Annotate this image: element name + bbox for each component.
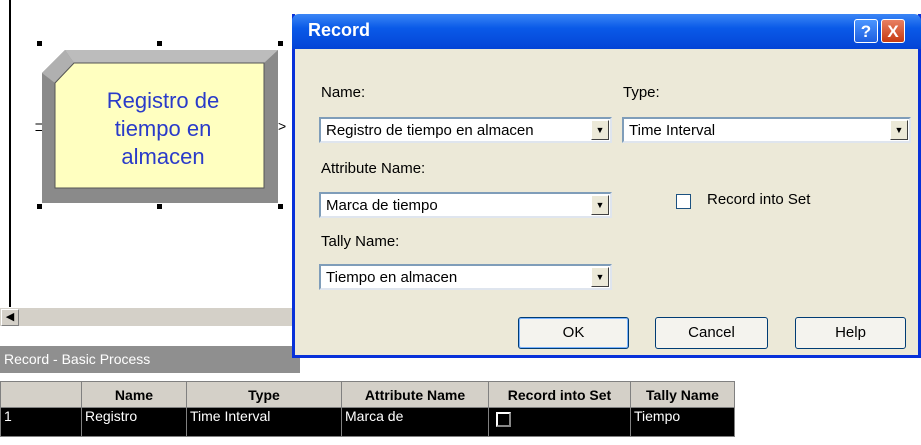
horizontal-scrollbar[interactable]: ◀ [0, 307, 300, 326]
cell-record-into-set[interactable] [488, 407, 631, 437]
attribute-name-combobox[interactable]: Marca de tiempo ▼ [319, 192, 612, 218]
cell-tally[interactable]: Tiempo [630, 407, 735, 437]
type-combobox[interactable]: Time Interval ▼ [622, 117, 911, 143]
chevron-down-icon[interactable]: ▼ [591, 120, 609, 140]
record-spreadsheet: Name Type Attribute Name Record into Set… [0, 381, 735, 437]
column-header-name[interactable]: Name [81, 381, 187, 408]
record-into-set-cell-checkbox[interactable] [496, 412, 511, 427]
tally-name-combobox[interactable]: Tiempo en almacen ▼ [319, 264, 612, 290]
tally-name-label: Tally Name: [321, 233, 400, 250]
module-label-line: Registro de [106, 88, 220, 113]
module-label: Registro de tiempo en almacen [98, 87, 228, 171]
name-combobox[interactable]: Registro de tiempo en almacen ▼ [319, 117, 612, 143]
row-number-header [0, 381, 82, 408]
table-header-row: Name Type Attribute Name Record into Set… [0, 381, 735, 408]
tally-name-combobox-value: Tiempo en almacen [326, 269, 458, 286]
chevron-down-icon[interactable]: ▼ [591, 267, 609, 287]
chevron-down-icon[interactable]: ▼ [890, 120, 908, 140]
type-label: Type: [623, 84, 660, 101]
name-combobox-value: Registro de tiempo en almacen [326, 122, 534, 139]
module-label-line: tiempo en [114, 116, 212, 141]
chevron-down-icon[interactable]: ▼ [591, 195, 609, 215]
record-into-set-checkbox[interactable] [676, 194, 691, 209]
record-dialog: Record ? X Name: Registro de tiempo en a… [292, 14, 921, 358]
column-header-type[interactable]: Type [186, 381, 342, 408]
help-question-icon[interactable]: ? [854, 19, 878, 43]
help-button[interactable]: Help [795, 317, 906, 349]
name-label: Name: [321, 84, 366, 101]
cancel-button[interactable]: Cancel [655, 317, 768, 349]
canvas-edge-line [9, 0, 11, 312]
dialog-title: Record [308, 20, 371, 40]
dialog-titlebar[interactable]: Record ? X [292, 14, 921, 49]
ok-button[interactable]: OK [518, 317, 629, 349]
attribute-name-label: Attribute Name: [321, 160, 426, 177]
column-header-tally[interactable]: Tally Name [630, 381, 735, 408]
record-module[interactable]: Registro de tiempo en almacen [40, 45, 280, 205]
module-label-line: almacen [121, 144, 205, 169]
type-combobox-value: Time Interval [629, 122, 716, 139]
scroll-left-arrow-icon[interactable]: ◀ [1, 309, 19, 326]
record-into-set-label[interactable]: Record into Set [707, 191, 810, 208]
row-number[interactable]: 1 [0, 407, 82, 437]
table-row[interactable]: 1 Registro Time Interval Marca de Tiempo [0, 407, 735, 437]
cell-attribute[interactable]: Marca de [341, 407, 489, 437]
column-header-attribute[interactable]: Attribute Name [341, 381, 489, 408]
close-icon[interactable]: X [881, 19, 905, 43]
column-header-record-into-set[interactable]: Record into Set [488, 381, 631, 408]
cell-type[interactable]: Time Interval [186, 407, 342, 437]
cell-name[interactable]: Registro [81, 407, 187, 437]
attribute-name-combobox-value: Marca de tiempo [326, 197, 438, 214]
spreadsheet-title: Record - Basic Process [0, 346, 300, 373]
